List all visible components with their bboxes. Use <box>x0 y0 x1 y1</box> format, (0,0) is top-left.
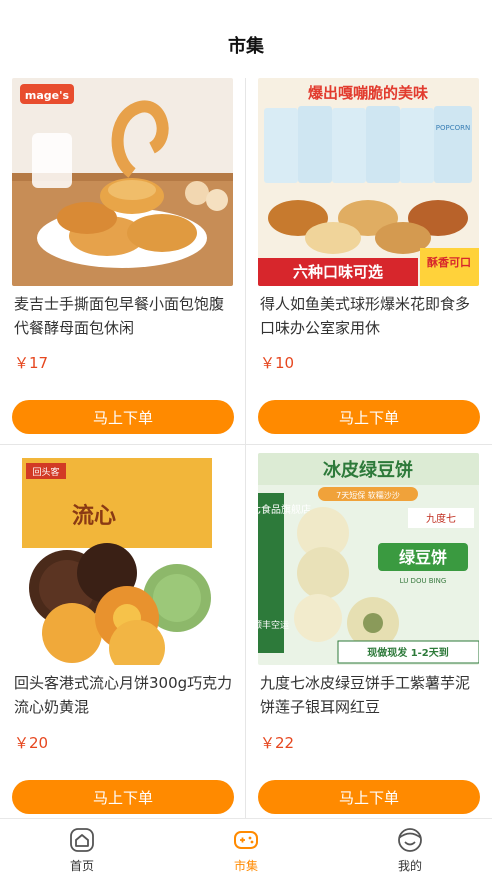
page-title: 市集 <box>228 36 264 57</box>
tag-text: 7天短保 软糯沙沙 <box>336 490 400 500</box>
product-price: ￥20 <box>14 734 49 752</box>
product-image[interactable]: 回头客 流心 <box>12 453 233 665</box>
tab-label: 市集 <box>233 859 258 873</box>
bottom-tab-bar: 首页 市集 我的 <box>0 818 492 879</box>
product-image[interactable]: 冰皮绿豆饼 7天短保 软糯沙沙 九度七食品旗舰店 九度七 绿豆饼 LU DOU … <box>258 453 479 665</box>
product-grid: mage's 麦吉士手撕面包早餐小面包饱腹代餐酵母面包休闲 ￥17 马上下单 爆… <box>0 78 492 818</box>
product-title[interactable]: 得人如鱼美式球形爆米花即食多口味办公室家用休 <box>260 292 482 340</box>
order-button[interactable]: 马上下单 <box>12 400 234 434</box>
product-title[interactable]: 回头客港式流心月饼300g巧克力流心奶黄混 <box>14 671 236 719</box>
product-price: ￥22 <box>260 734 295 752</box>
badge-text: 酥香可口 <box>427 255 471 269</box>
shop-text: 九度七食品旗舰店 <box>258 503 311 516</box>
gamepad-icon <box>234 831 258 849</box>
product-card[interactable]: mage's 麦吉士手撕面包早餐小面包饱腹代餐酵母面包休闲 ￥17 马上下单 <box>0 78 245 444</box>
brand-logo-text: 九度七 <box>426 512 456 525</box>
product-card[interactable]: 爆出嘎嘣脆的美味 POPCORN 六种口味可选 酥香可口 得人如鱼美式球形爆米花… <box>246 78 491 444</box>
bottom-text: 现做现发 1-2天到 <box>367 646 449 659</box>
tab-label: 我的 <box>397 859 422 873</box>
sub-label: LU DOU BING <box>400 577 447 585</box>
top-bar: 市集 <box>0 0 492 79</box>
tab-home[interactable]: 首页 <box>0 819 164 879</box>
product-image[interactable]: 爆出嘎嘣脆的美味 POPCORN 六种口味可选 酥香可口 <box>258 78 479 286</box>
order-button[interactable]: 马上下单 <box>12 780 234 814</box>
big-label: 绿豆饼 <box>399 548 447 567</box>
tab-mine[interactable]: 我的 <box>328 819 492 879</box>
order-button[interactable]: 马上下单 <box>258 400 480 434</box>
product-title[interactable]: 麦吉士手撕面包早餐小面包饱腹代餐酵母面包休闲 <box>14 292 236 340</box>
profile-icon <box>398 828 422 852</box>
product-card[interactable]: 冰皮绿豆饼 7天短保 软糯沙沙 九度七食品旗舰店 九度七 绿豆饼 LU DOU … <box>246 445 491 818</box>
banner-bottom-text: 六种口味可选 <box>293 263 383 281</box>
home-icon <box>70 828 94 852</box>
side-text: 顺丰空运 <box>258 619 289 631</box>
brand-logo-text: mage's <box>25 89 70 102</box>
banner-text: 冰皮绿豆饼 <box>323 459 413 481</box>
product-price: ￥10 <box>260 354 295 372</box>
order-button[interactable]: 马上下单 <box>258 780 480 814</box>
product-image[interactable]: mage's <box>12 78 233 286</box>
product-price: ￥17 <box>14 354 49 372</box>
tab-market[interactable]: 市集 <box>164 819 328 879</box>
banner-text: 爆出嘎嘣脆的美味 <box>308 84 428 102</box>
bag-label: POPCORN <box>436 124 470 132</box>
product-title[interactable]: 九度七冰皮绿豆饼手工紫薯芋泥饼莲子银耳网红豆 <box>260 671 482 719</box>
box-text: 流心 <box>72 503 116 529</box>
brand-logo-text: 回头客 <box>32 466 59 478</box>
product-card[interactable]: 回头客 流心 回头客港式流心月饼300g巧克力流心奶黄混 ￥20 马上下单 <box>0 445 245 818</box>
tab-label: 首页 <box>69 859 94 873</box>
